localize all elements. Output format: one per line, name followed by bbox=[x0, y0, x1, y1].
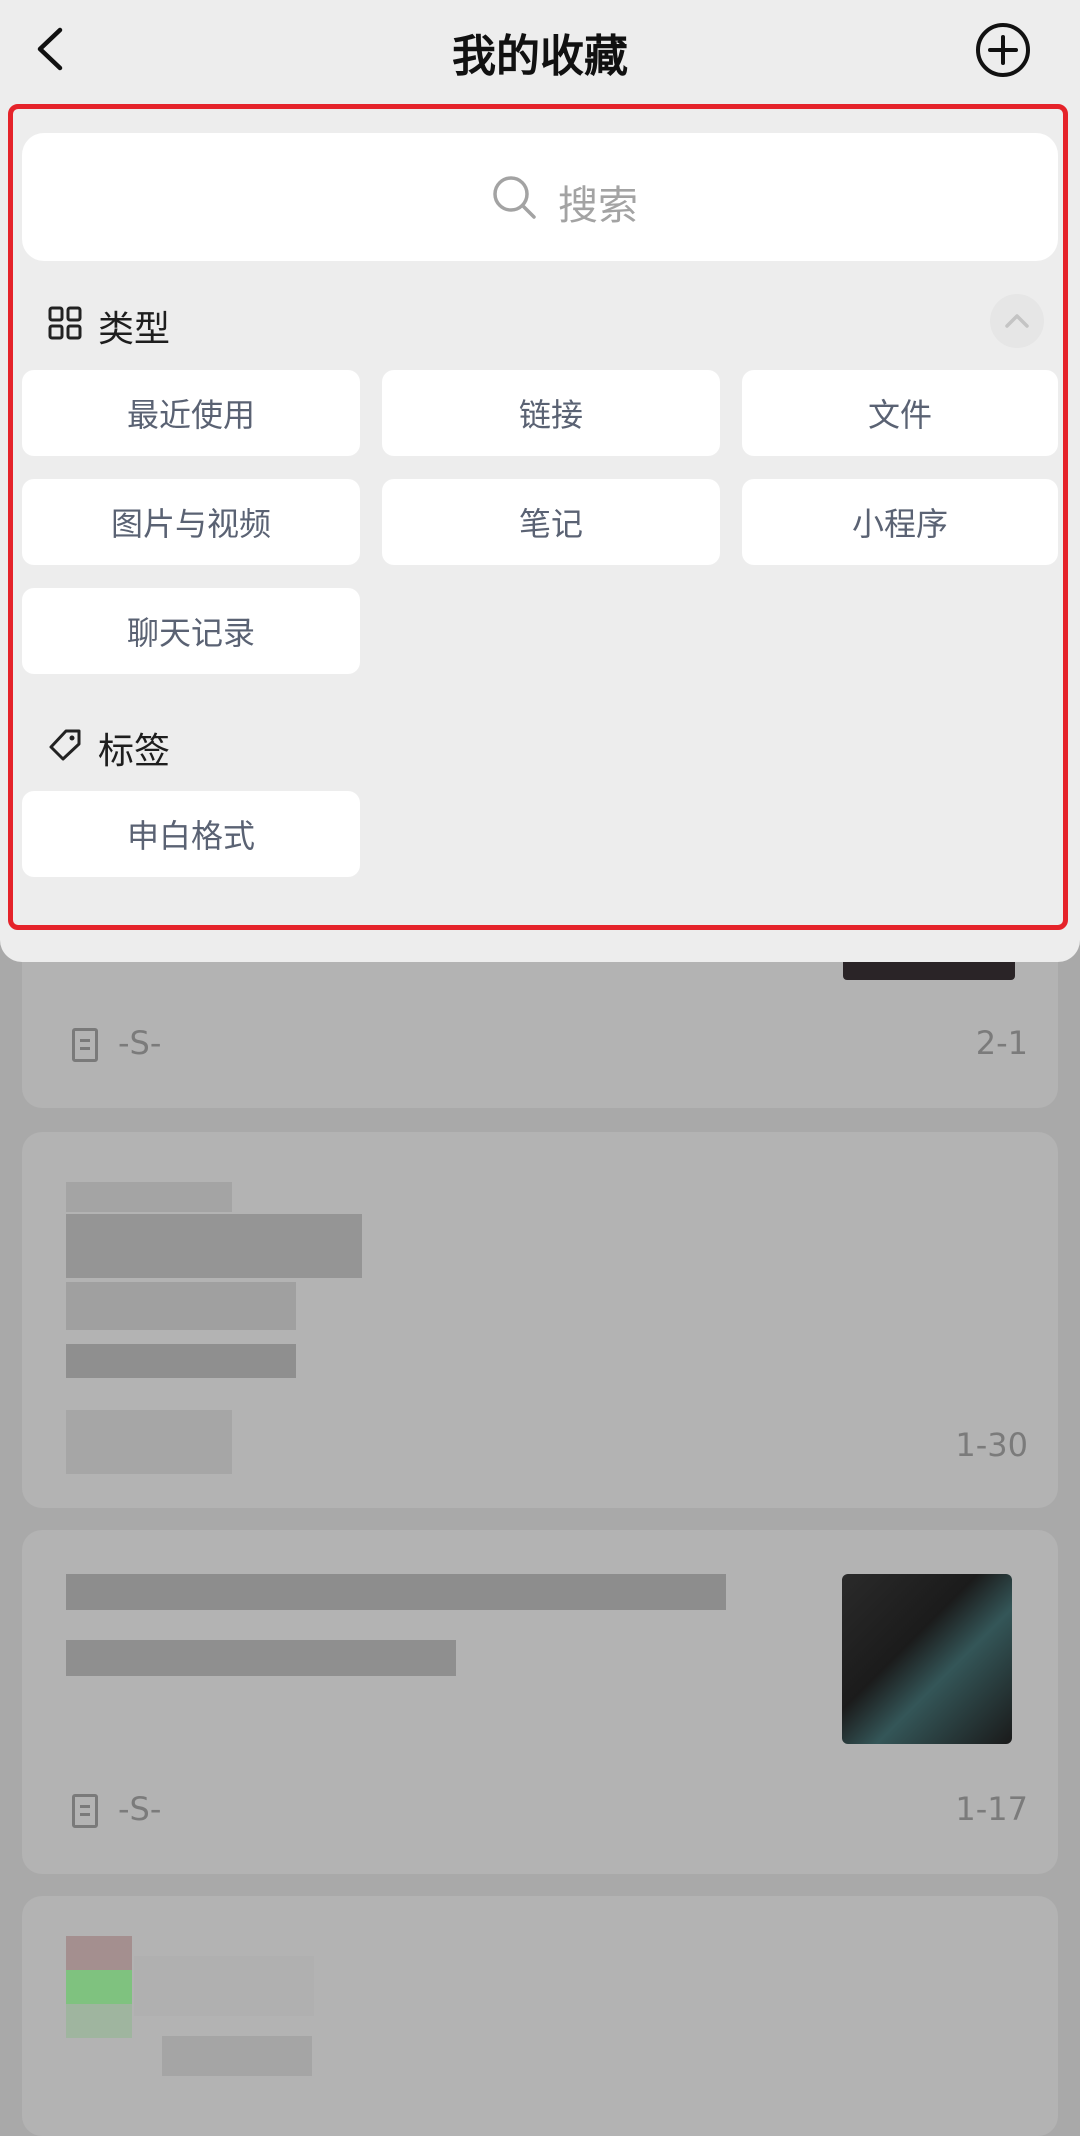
plus-circle-icon[interactable] bbox=[975, 22, 1031, 78]
type-chip-links[interactable]: 链接 bbox=[382, 370, 720, 456]
note-icon bbox=[72, 1028, 98, 1062]
item-date: 1-17 bbox=[955, 1790, 1028, 1828]
chevron-up-icon bbox=[1005, 314, 1029, 328]
type-chip-notes[interactable]: 笔记 bbox=[382, 479, 720, 565]
search-icon bbox=[493, 176, 536, 219]
pixelated-content bbox=[134, 1956, 314, 2016]
tags-heading: 标签 bbox=[98, 731, 171, 772]
item-source: -S- bbox=[118, 1790, 162, 1828]
tag-chip[interactable]: 申白格式 bbox=[22, 791, 360, 877]
pixelated-content bbox=[66, 1574, 726, 1610]
type-chip-recent[interactable]: 最近使用 bbox=[22, 370, 360, 456]
type-chip-chat-history[interactable]: 聊天记录 bbox=[22, 588, 360, 674]
search-placeholder: 搜索 bbox=[558, 183, 638, 229]
pixelated-content bbox=[66, 1640, 456, 1676]
type-chip-media[interactable]: 图片与视频 bbox=[22, 479, 360, 565]
page-title: 我的收藏 bbox=[452, 31, 628, 82]
item-thumbnail bbox=[842, 1574, 1012, 1744]
pixelated-content bbox=[66, 1344, 296, 1378]
pixelated-content bbox=[66, 1282, 296, 1330]
item-date: 2-1 bbox=[975, 1024, 1028, 1062]
item-date: 1-30 bbox=[955, 1426, 1028, 1464]
tag-icon bbox=[49, 729, 81, 761]
pixelated-content bbox=[66, 1970, 132, 2004]
type-chip-mini-programs[interactable]: 小程序 bbox=[742, 479, 1058, 565]
collapse-button[interactable] bbox=[990, 294, 1044, 348]
search-input[interactable]: 搜索 bbox=[22, 133, 1058, 261]
note-icon bbox=[72, 1794, 98, 1828]
types-heading: 类型 bbox=[98, 309, 171, 350]
item-source: -S- bbox=[118, 1024, 162, 1062]
pixelated-content bbox=[66, 1182, 232, 1212]
pixelated-content bbox=[66, 1936, 132, 1970]
list-item[interactable] bbox=[22, 1896, 1058, 2136]
list-item[interactable]: -S- 1-17 bbox=[22, 1530, 1058, 1874]
type-chip-files[interactable]: 文件 bbox=[742, 370, 1058, 456]
pixelated-content bbox=[162, 2036, 312, 2076]
pixelated-content bbox=[66, 1214, 362, 1278]
top-nav-bar: 我的收藏 bbox=[0, 0, 1080, 100]
pixelated-content bbox=[66, 2004, 132, 2038]
pixelated-content bbox=[66, 1410, 232, 1474]
list-item[interactable]: 1-30 bbox=[22, 1132, 1058, 1508]
grid-icon bbox=[48, 306, 82, 340]
